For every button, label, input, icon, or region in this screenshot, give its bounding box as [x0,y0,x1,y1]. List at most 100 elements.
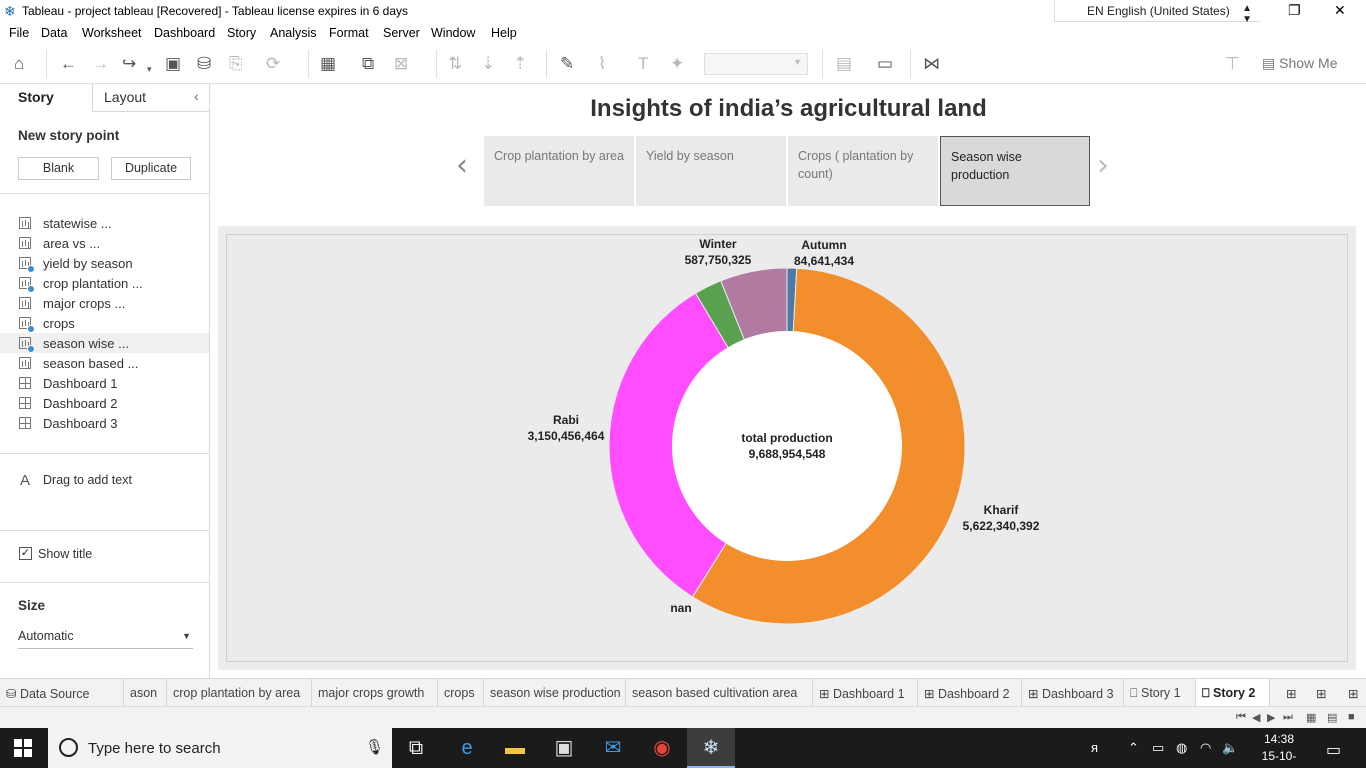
sheet-tab[interactable]: ⊞ Dashboard 2 [918,679,1022,707]
sheet-tab[interactable]: season wise production [484,679,626,707]
sheet-list-item[interactable]: season wise ... [0,333,209,353]
group-icon[interactable]: ⌇ [598,54,606,74]
menu-analysis[interactable]: Analysis [270,26,317,40]
restore-icon[interactable]: ❐ [1288,2,1301,19]
share-icon[interactable]: ⋈ [923,54,940,74]
notifications-icon[interactable]: ▭ [1326,740,1341,760]
home-icon[interactable]: ⌂ [14,54,24,74]
sheet-tab[interactable]: ⊞ Dashboard 1 [813,679,918,707]
menu-story[interactable]: Story [227,26,256,40]
mail-icon[interactable]: ✉ [589,728,637,768]
highlight-icon[interactable]: ✎ [560,54,574,74]
redo-icon[interactable]: → [92,54,109,74]
tableau-taskbar-icon[interactable]: ❄ [687,728,735,768]
sheet-tab[interactable]: ⊞ Dashboard 3 [1022,679,1124,707]
new-datasource-icon[interactable]: ⛁ [197,54,211,74]
task-view-icon[interactable]: ⧉ [392,728,440,768]
next-story-point-arrow[interactable]: › [1097,148,1109,183]
sheet-list-item[interactable]: area vs ... [0,233,209,253]
menu-dashboard[interactable]: Dashboard [154,26,215,40]
text-object-icon[interactable]: A [20,472,30,489]
paste-icon[interactable]: ⎘ [229,54,243,74]
menu-window[interactable]: Window [431,26,475,40]
menu-worksheet[interactable]: Worksheet [82,26,142,40]
collapse-pane-icon[interactable]: ‹ [194,88,199,104]
sheet-list-item[interactable]: crops [0,313,209,333]
story-point-1[interactable]: Crop plantation by area [484,136,634,206]
chevron-up-icon[interactable]: ⌃ [1128,740,1139,756]
sheet-list-item[interactable]: Dashboard 1 [0,373,209,393]
blank-button[interactable]: Blank [18,157,99,180]
new-dashboard-tab-icon[interactable]: ⊞ [1310,679,1336,707]
presentation-mode-icon[interactable]: ▭ [877,54,893,74]
duplicate-button[interactable]: Duplicate [111,157,191,180]
sheet-tab[interactable]: ⎕ Story 1 [1124,679,1196,707]
tabs-view-icon[interactable]: ■ [1348,711,1355,723]
next-sheet-icon[interactable]: ▶ [1267,711,1275,724]
format-painter-icon[interactable]: ⊤ [1225,54,1240,74]
sort-ascending-icon[interactable]: ⇣ [481,54,495,74]
sheet-list-item[interactable]: major crops ... [0,293,209,313]
sheet-list-item[interactable]: Dashboard 3 [0,413,209,433]
sort-descending-icon[interactable]: ⇡ [513,54,527,74]
sheet-list-item[interactable]: crop plantation ... [0,273,209,293]
menu-server[interactable]: Server [383,26,420,40]
sheet-tab[interactable]: season based cultivation area [626,679,813,707]
story-point-2[interactable]: Yield by season [636,136,786,206]
pin-icon[interactable]: ✦ [670,54,684,74]
drag-to-add-text[interactable]: Drag to add text [43,473,132,487]
fit-selector[interactable]: ▼ [704,53,808,75]
show-me-button[interactable]: ▤ Show Me [1262,55,1337,72]
sheet-tab[interactable]: major crops growth [312,679,438,707]
chrome-icon[interactable]: ◉ [638,728,686,768]
sheet-tab[interactable]: ason [124,679,167,707]
replay-dropdown-icon[interactable]: ▾ [147,59,152,79]
clear-sheet-icon[interactable]: ⊠ [394,54,408,74]
previous-sheet-icon[interactable]: ◀ [1252,711,1260,724]
file-explorer-icon[interactable]: ▬ [491,728,539,768]
microsoft-store-icon[interactable]: ▣ [540,728,588,768]
show-title-checkbox[interactable]: ✓ [19,547,32,560]
labels-icon[interactable]: T [638,54,648,74]
clock[interactable]: 14:38 15-10-2023 [1250,731,1308,782]
story-point-4[interactable]: Season wise production [940,136,1090,206]
show-cards-icon[interactable]: ▤ [836,54,852,74]
filmstrip-icon[interactable]: ▤ [1327,711,1337,724]
sheet-tab[interactable]: ⎕ Story 2 [1196,679,1270,707]
menu-help[interactable]: Help [491,26,517,40]
battery-icon[interactable]: ▭ [1152,740,1164,756]
donut-chart[interactable]: total production 9,688,954,548 Autumn 84,… [227,235,1349,663]
sheet-list-item[interactable]: season based ... [0,353,209,373]
volume-icon[interactable]: 🔈 [1222,740,1238,756]
close-icon[interactable]: ✕ [1334,2,1346,19]
tab-story[interactable]: Story [18,89,54,105]
new-worksheet-tab-icon[interactable]: ⊞ [1280,679,1306,707]
microphone-icon[interactable]: 🎙 [365,738,384,756]
undo-icon[interactable]: ← [60,54,77,74]
size-dropdown[interactable]: Automatic ▼ [18,629,193,649]
sheet-tab[interactable]: crops [438,679,484,707]
sheet-list-item[interactable]: Dashboard 2 [0,393,209,413]
windows-start-icon[interactable] [14,739,32,757]
previous-story-point-arrow[interactable]: ‹ [456,148,468,183]
last-sheet-icon[interactable]: ⏭ [1283,711,1293,724]
first-sheet-icon[interactable]: ⏮ [1236,711,1246,724]
story-point-3[interactable]: Crops ( plantation by count) [788,136,938,206]
taskbar-search-box[interactable]: Type here to search 🎙 [48,728,392,768]
menu-data[interactable]: Data [41,26,67,40]
refresh-icon[interactable]: ⟳ [266,54,280,74]
people-icon[interactable]: ᴙ [1091,740,1098,755]
menu-format[interactable]: Format [329,26,369,40]
edge-browser-icon[interactable]: e [443,728,491,768]
save-icon[interactable]: ▣ [165,54,181,74]
network-icon[interactable]: ◍ [1176,740,1187,756]
language-selector[interactable]: EN English (United States) ▲ ▼ [1054,0,1260,25]
wifi-icon[interactable]: ◠ [1200,740,1211,756]
sheet-sorter-icon[interactable]: ▦ [1306,711,1316,724]
duplicate-sheet-icon[interactable]: ⧉ [362,54,374,74]
sheet-tab[interactable]: crop plantation by area [167,679,312,707]
menu-file[interactable]: File [9,26,29,40]
new-worksheet-icon[interactable]: ▦ [320,54,336,74]
new-story-tab-icon[interactable]: ⊞ [1342,679,1366,707]
tab-layout[interactable]: Layout [104,89,146,105]
